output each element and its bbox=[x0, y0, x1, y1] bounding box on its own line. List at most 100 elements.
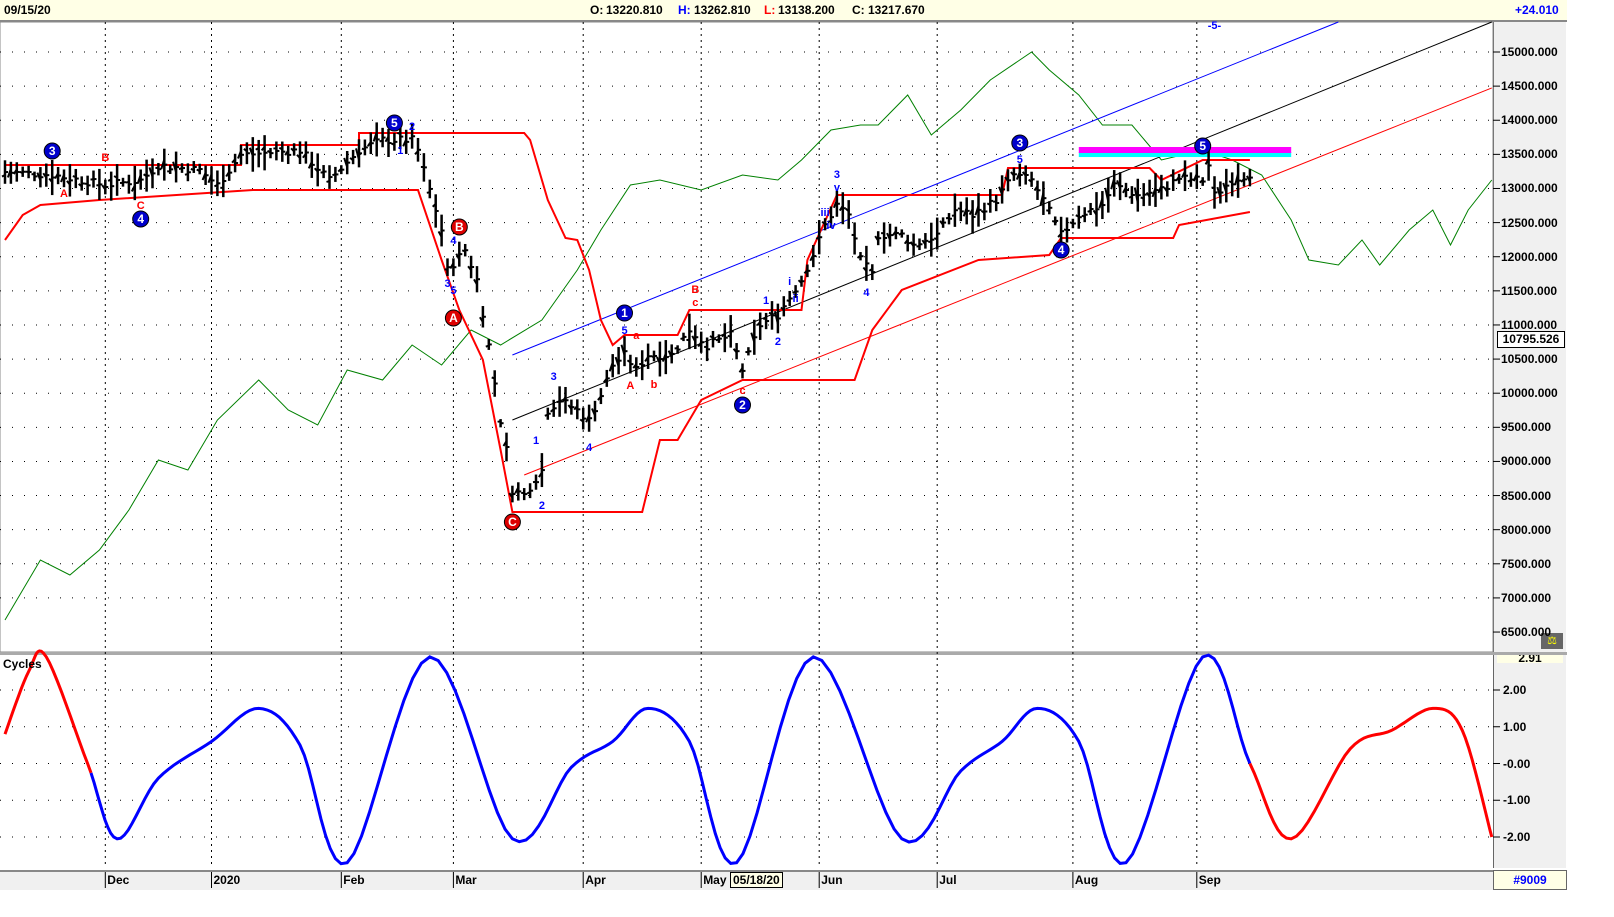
price-bar bbox=[1051, 216, 1059, 226]
price-bar bbox=[521, 488, 528, 501]
wave-label: 5 bbox=[621, 325, 627, 337]
price-bar-open bbox=[928, 240, 932, 244]
price-bar bbox=[1187, 172, 1194, 187]
price-bar bbox=[962, 197, 970, 225]
wave-label: 1 bbox=[533, 435, 539, 447]
price-tick-label: 8000.000 bbox=[1501, 522, 1552, 537]
price-bar bbox=[307, 151, 315, 178]
wave-label: C bbox=[508, 515, 517, 529]
price-bar bbox=[1192, 164, 1200, 190]
wave-label: C bbox=[137, 200, 145, 212]
wave-label: 2 bbox=[775, 336, 781, 348]
price-bar bbox=[497, 419, 504, 428]
price-bar-open bbox=[214, 184, 218, 188]
chart-canvas[interactable]: 34512345BAC-5-ABC2143512345 aA bBcc12iii3v… bbox=[0, 0, 1567, 917]
price-bar-open bbox=[326, 180, 330, 183]
current-price-tag: 10795.526 bbox=[1497, 331, 1565, 348]
price-bar bbox=[479, 306, 486, 328]
price-bar-open bbox=[1075, 214, 1080, 218]
price-bar-open bbox=[1140, 196, 1145, 200]
month-label: Aug bbox=[1074, 873, 1099, 887]
wave-label: v bbox=[834, 182, 841, 194]
price-bar bbox=[968, 200, 976, 234]
price-bar bbox=[60, 169, 67, 188]
price-bar bbox=[1069, 218, 1076, 229]
price-bar-open bbox=[361, 147, 366, 151]
green-indicator-line bbox=[4, 51, 1493, 621]
price-bar-open bbox=[1128, 195, 1133, 199]
price-tick-label: 10000.000 bbox=[1501, 386, 1558, 401]
price-bar bbox=[449, 258, 457, 277]
price-bar bbox=[1, 160, 8, 184]
price-bar bbox=[661, 340, 669, 375]
price-tick-label: 11000.000 bbox=[1501, 317, 1558, 332]
price-bar bbox=[467, 255, 475, 279]
price-bar bbox=[998, 175, 1006, 204]
wave-label: 1 bbox=[397, 145, 403, 157]
wave-label: 2 bbox=[409, 121, 415, 133]
price-bar-open bbox=[390, 142, 395, 146]
price-bar bbox=[732, 343, 740, 360]
price-bar bbox=[809, 245, 817, 268]
price-bar bbox=[90, 170, 97, 188]
month-label: Mar bbox=[455, 873, 477, 887]
price-bar bbox=[107, 171, 115, 201]
price-bar-open bbox=[1169, 174, 1174, 178]
wave-label: 3 bbox=[834, 169, 840, 181]
price-bar bbox=[19, 166, 26, 177]
price-bar bbox=[349, 149, 357, 165]
wave-label: A bbox=[626, 380, 634, 392]
price-bar bbox=[372, 122, 380, 157]
price-bar-open bbox=[178, 167, 183, 171]
price-bar bbox=[620, 336, 628, 367]
price-bar bbox=[903, 234, 911, 252]
price-bar bbox=[1128, 186, 1135, 204]
wave-label: 5 bbox=[450, 285, 456, 297]
price-bar bbox=[1039, 181, 1047, 215]
price-bar bbox=[455, 241, 463, 267]
price-bar bbox=[916, 238, 923, 251]
price-bar bbox=[993, 194, 1000, 212]
price-bar bbox=[1181, 160, 1188, 192]
price-bar bbox=[686, 313, 693, 350]
price-bar bbox=[207, 166, 215, 195]
wave-label: 3 bbox=[1016, 136, 1023, 150]
price-tick-label: 15000.000 bbox=[1501, 45, 1558, 59]
price-tick-label: 9000.000 bbox=[1501, 454, 1552, 469]
price-bar bbox=[532, 474, 539, 490]
month-label: Apr bbox=[585, 873, 606, 887]
price-bar bbox=[851, 222, 858, 255]
price-bar bbox=[332, 166, 339, 182]
price-bar-open bbox=[715, 338, 720, 342]
price-tick-label: 10500.000 bbox=[1501, 352, 1558, 367]
wave-label: A bbox=[449, 311, 458, 325]
price-bar bbox=[326, 165, 333, 189]
price-bar bbox=[845, 200, 852, 229]
price-bar bbox=[237, 144, 244, 165]
price-bar bbox=[167, 164, 174, 174]
price-bar bbox=[1087, 202, 1094, 216]
price-bar-open bbox=[680, 337, 684, 340]
price-bar bbox=[639, 350, 646, 381]
price-bar bbox=[514, 482, 522, 501]
price-bar bbox=[1222, 168, 1230, 203]
price-bar bbox=[1240, 172, 1247, 187]
wave-label: 1 bbox=[621, 306, 628, 320]
price-bar bbox=[1199, 177, 1206, 186]
price-bar bbox=[502, 432, 510, 462]
price-bar bbox=[1140, 183, 1147, 207]
price-bar-open bbox=[768, 311, 773, 315]
price-bar-open bbox=[1211, 186, 1215, 190]
price-bar bbox=[113, 164, 121, 196]
month-label: Sep bbox=[1198, 873, 1221, 887]
price-bar bbox=[667, 344, 675, 364]
wave-label: -5- bbox=[1208, 20, 1222, 32]
price-bar bbox=[136, 169, 144, 190]
price-tick-label: 12000.000 bbox=[1501, 249, 1558, 264]
price-bar bbox=[974, 193, 982, 227]
price-tick-label: 6500.000 bbox=[1501, 625, 1552, 640]
price-bar bbox=[591, 400, 598, 422]
wave-label: A bbox=[60, 188, 68, 200]
price-bar bbox=[561, 386, 569, 414]
price-bar bbox=[231, 153, 239, 173]
